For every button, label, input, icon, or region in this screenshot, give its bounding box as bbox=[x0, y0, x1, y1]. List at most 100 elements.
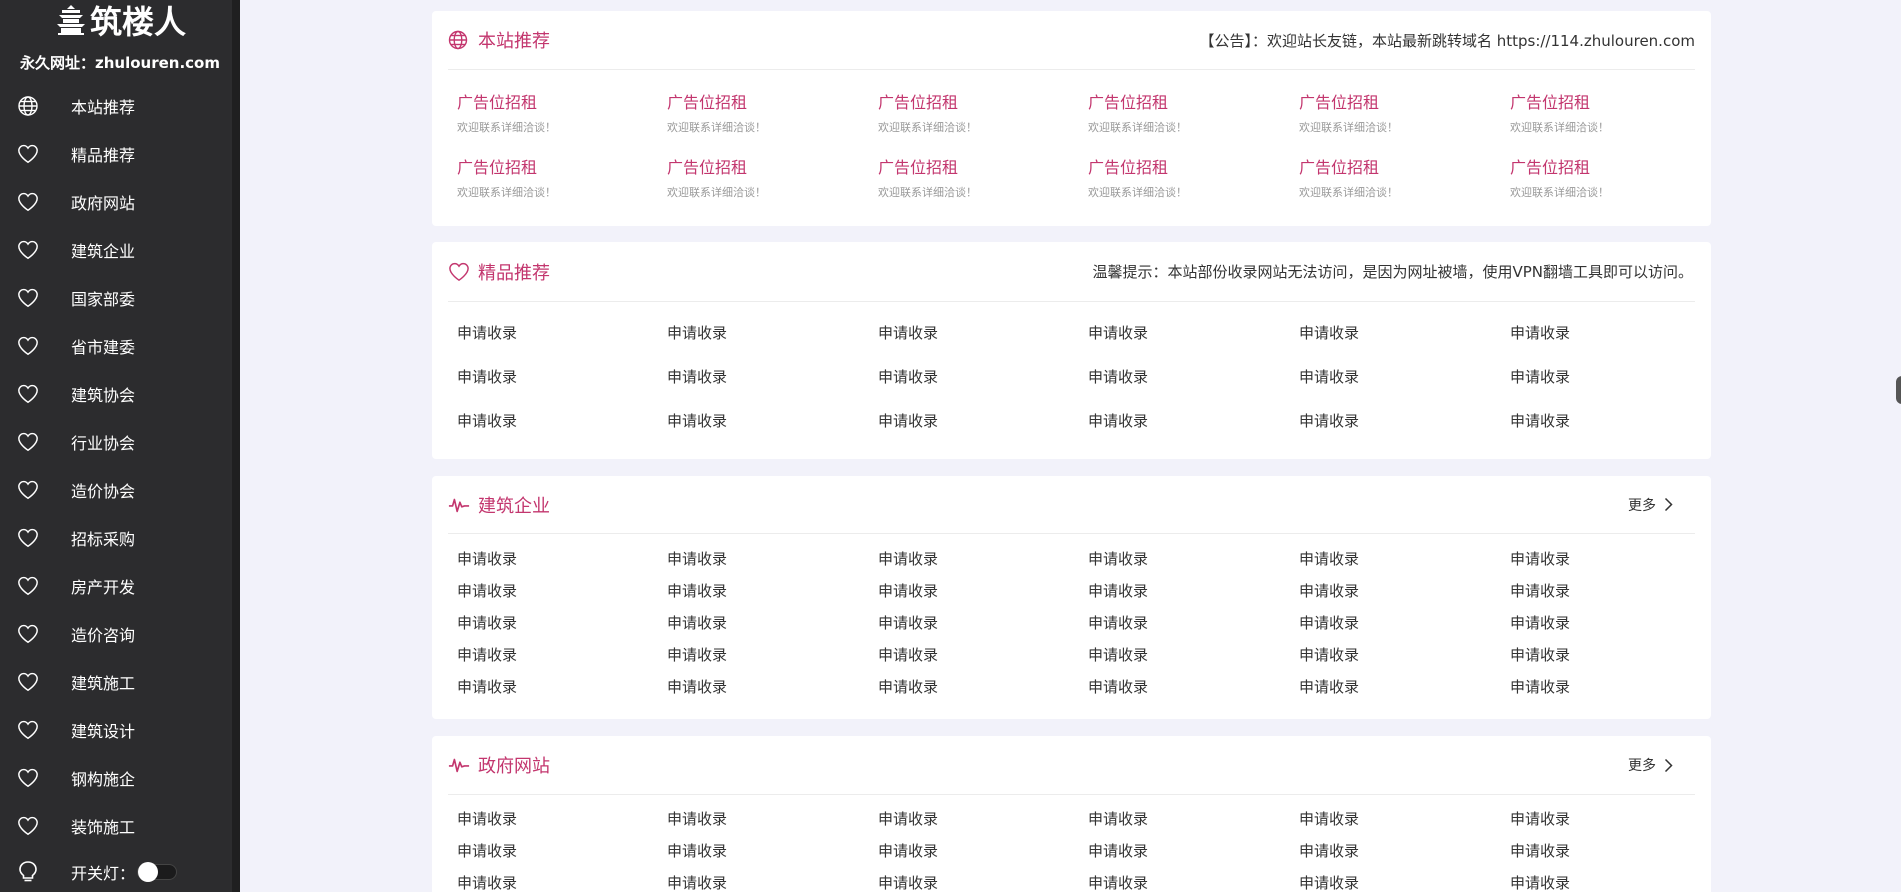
site-link[interactable]: 申请收录 bbox=[1088, 322, 1298, 343]
sidebar-item[interactable]: 造价协会 bbox=[0, 466, 240, 514]
site-link[interactable]: 申请收录 bbox=[1510, 612, 1720, 633]
site-link[interactable]: 申请收录 bbox=[1088, 410, 1298, 431]
site-link[interactable]: 申请收录 bbox=[457, 676, 667, 697]
site-link[interactable]: 申请收录 bbox=[878, 580, 1088, 601]
site-link[interactable]: 申请收录 bbox=[1299, 410, 1509, 431]
site-link[interactable]: 申请收录 bbox=[878, 548, 1088, 569]
sidebar-item[interactable]: 精品推荐 bbox=[0, 130, 240, 178]
site-link[interactable]: 申请收录 bbox=[1299, 366, 1509, 387]
ad-slot[interactable]: 广告位招租 欢迎联系详细洽谈！ bbox=[1299, 154, 1509, 200]
site-link[interactable]: 申请收录 bbox=[878, 808, 1088, 829]
ad-slot[interactable]: 广告位招租 欢迎联系详细洽谈！ bbox=[1510, 89, 1720, 135]
ad-slot[interactable]: 广告位招租 欢迎联系详细洽谈！ bbox=[667, 154, 877, 200]
ad-slot[interactable]: 广告位招租 欢迎联系详细洽谈！ bbox=[1088, 154, 1298, 200]
site-link[interactable]: 申请收录 bbox=[667, 872, 877, 892]
site-link[interactable]: 申请收录 bbox=[457, 808, 667, 829]
site-link[interactable]: 申请收录 bbox=[878, 644, 1088, 665]
ad-slot[interactable]: 广告位招租 欢迎联系详细洽谈！ bbox=[878, 154, 1088, 200]
site-link[interactable]: 申请收录 bbox=[1088, 366, 1298, 387]
sidebar-item[interactable]: 政府网站 bbox=[0, 178, 240, 226]
sidebar-item[interactable]: 建筑企业 bbox=[0, 226, 240, 274]
site-link[interactable]: 申请收录 bbox=[667, 676, 877, 697]
site-link[interactable]: 申请收录 bbox=[1088, 580, 1298, 601]
site-link[interactable]: 申请收录 bbox=[1510, 808, 1720, 829]
sidebar-item[interactable]: 建筑设计 bbox=[0, 706, 240, 754]
site-link[interactable]: 申请收录 bbox=[878, 676, 1088, 697]
sidebar-item[interactable]: 国家部委 bbox=[0, 274, 240, 322]
site-link[interactable]: 申请收录 bbox=[457, 872, 667, 892]
site-link[interactable]: 申请收录 bbox=[1510, 840, 1720, 861]
site-link[interactable]: 申请收录 bbox=[1510, 872, 1720, 892]
site-link[interactable]: 申请收录 bbox=[1299, 840, 1509, 861]
site-link[interactable]: 申请收录 bbox=[667, 548, 877, 569]
site-link[interactable]: 申请收录 bbox=[457, 366, 667, 387]
site-link[interactable]: 申请收录 bbox=[1510, 580, 1720, 601]
ad-slot[interactable]: 广告位招租 欢迎联系详细洽谈！ bbox=[1088, 89, 1298, 135]
site-link[interactable]: 申请收录 bbox=[1510, 322, 1720, 343]
site-link[interactable]: 申请收录 bbox=[457, 580, 667, 601]
sidebar-item[interactable]: 装饰施工 bbox=[0, 802, 240, 850]
sidebar-item[interactable]: 房产开发 bbox=[0, 562, 240, 610]
site-link[interactable]: 申请收录 bbox=[667, 644, 877, 665]
site-link[interactable]: 申请收录 bbox=[1510, 644, 1720, 665]
site-link[interactable]: 申请收录 bbox=[457, 840, 667, 861]
site-link[interactable]: 申请收录 bbox=[1510, 410, 1720, 431]
site-link[interactable]: 申请收录 bbox=[667, 410, 877, 431]
site-link[interactable]: 申请收录 bbox=[667, 580, 877, 601]
site-link[interactable]: 申请收录 bbox=[1299, 322, 1509, 343]
site-link[interactable]: 申请收录 bbox=[1299, 676, 1509, 697]
sidebar-item[interactable]: 行业协会 bbox=[0, 418, 240, 466]
sidebar-scrollbar[interactable] bbox=[232, 0, 240, 892]
site-link[interactable]: 申请收录 bbox=[1088, 612, 1298, 633]
site-link[interactable]: 申请收录 bbox=[878, 366, 1088, 387]
site-logo[interactable]: 筑楼人 bbox=[0, 0, 240, 41]
sidebar-item[interactable]: 省市建委 bbox=[0, 322, 240, 370]
site-link[interactable]: 申请收录 bbox=[878, 840, 1088, 861]
site-link[interactable]: 申请收录 bbox=[457, 410, 667, 431]
site-link[interactable]: 申请收录 bbox=[1510, 366, 1720, 387]
site-link[interactable]: 申请收录 bbox=[1088, 644, 1298, 665]
more-link[interactable]: 更多 bbox=[1628, 755, 1673, 775]
site-link[interactable]: 申请收录 bbox=[457, 548, 667, 569]
site-link[interactable]: 申请收录 bbox=[457, 322, 667, 343]
site-link[interactable]: 申请收录 bbox=[1299, 612, 1509, 633]
site-link[interactable]: 申请收录 bbox=[667, 366, 877, 387]
more-link[interactable]: 更多 bbox=[1628, 495, 1673, 515]
ad-slot[interactable]: 广告位招租 欢迎联系详细洽谈！ bbox=[457, 89, 667, 135]
site-link[interactable]: 申请收录 bbox=[1088, 548, 1298, 569]
site-link[interactable]: 申请收录 bbox=[1088, 676, 1298, 697]
site-link[interactable]: 申请收录 bbox=[1299, 548, 1509, 569]
site-link[interactable]: 申请收录 bbox=[1510, 676, 1720, 697]
site-link[interactable]: 申请收录 bbox=[1088, 808, 1298, 829]
ad-slot[interactable]: 广告位招租 欢迎联系详细洽谈！ bbox=[878, 89, 1088, 135]
site-link[interactable]: 申请收录 bbox=[1299, 580, 1509, 601]
sidebar-item[interactable]: 招标采购 bbox=[0, 514, 240, 562]
site-link[interactable]: 申请收录 bbox=[1088, 840, 1298, 861]
site-link[interactable]: 申请收录 bbox=[1299, 644, 1509, 665]
site-link[interactable]: 申请收录 bbox=[667, 322, 877, 343]
light-toggle[interactable] bbox=[137, 862, 178, 882]
ad-slot[interactable]: 广告位招租 欢迎联系详细洽谈！ bbox=[1299, 89, 1509, 135]
ad-slot[interactable]: 广告位招租 欢迎联系详细洽谈！ bbox=[1510, 154, 1720, 200]
edge-tab[interactable] bbox=[1896, 376, 1901, 404]
site-link[interactable]: 申请收录 bbox=[1510, 548, 1720, 569]
site-link[interactable]: 申请收录 bbox=[1088, 872, 1298, 892]
site-link[interactable]: 申请收录 bbox=[1299, 808, 1509, 829]
sidebar-item[interactable]: 造价咨询 bbox=[0, 610, 240, 658]
sidebar-item[interactable]: 建筑协会 bbox=[0, 370, 240, 418]
sidebar-item[interactable]: 钢构施企 bbox=[0, 754, 240, 802]
site-link[interactable]: 申请收录 bbox=[878, 322, 1088, 343]
site-link[interactable]: 申请收录 bbox=[1299, 872, 1509, 892]
sidebar-item[interactable]: 建筑施工 bbox=[0, 658, 240, 706]
site-link[interactable]: 申请收录 bbox=[667, 840, 877, 861]
site-link[interactable]: 申请收录 bbox=[878, 410, 1088, 431]
sidebar-item[interactable]: 本站推荐 bbox=[0, 82, 240, 130]
site-link[interactable]: 申请收录 bbox=[457, 644, 667, 665]
ad-slot[interactable]: 广告位招租 欢迎联系详细洽谈！ bbox=[667, 89, 877, 135]
ad-slot[interactable]: 广告位招租 欢迎联系详细洽谈！ bbox=[457, 154, 667, 200]
site-link[interactable]: 申请收录 bbox=[667, 612, 877, 633]
site-link[interactable]: 申请收录 bbox=[878, 612, 1088, 633]
site-link[interactable]: 申请收录 bbox=[667, 808, 877, 829]
site-link[interactable]: 申请收录 bbox=[457, 612, 667, 633]
site-link[interactable]: 申请收录 bbox=[878, 872, 1088, 892]
